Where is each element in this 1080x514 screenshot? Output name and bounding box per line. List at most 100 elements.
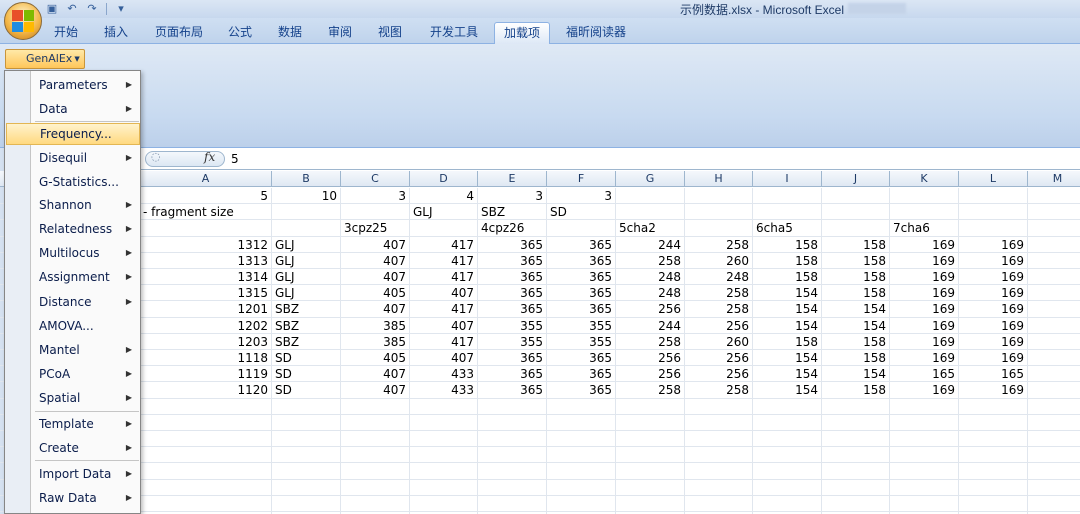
cell-g18[interactable] bbox=[616, 463, 685, 480]
cell-a14[interactable] bbox=[140, 398, 272, 415]
cell-k1[interactable] bbox=[890, 188, 959, 204]
cell-i8[interactable]: 154 bbox=[753, 301, 822, 318]
cell-e3[interactable]: 4cpz26 bbox=[478, 220, 547, 237]
cell-b2[interactable] bbox=[272, 204, 341, 221]
cell-a5[interactable]: 1313 bbox=[140, 252, 272, 269]
cell-h4[interactable]: 258 bbox=[685, 236, 753, 253]
cell-m19[interactable] bbox=[1028, 480, 1080, 496]
cell-l17[interactable] bbox=[959, 447, 1028, 464]
cell-l9[interactable]: 169 bbox=[959, 317, 1028, 334]
undo-icon[interactable]: ↶ bbox=[64, 1, 80, 16]
cell-m18[interactable] bbox=[1028, 463, 1080, 479]
cell-c3[interactable]: 3cpz25 bbox=[341, 220, 410, 237]
menu-item-amova[interactable]: AMOVA... bbox=[6, 315, 140, 337]
cell-b15[interactable] bbox=[272, 414, 341, 431]
cell-k7[interactable]: 169 bbox=[890, 285, 959, 302]
menu-item-distance[interactable]: Distance ▶ bbox=[6, 291, 140, 313]
menu-item-mantel[interactable]: Mantel ▶ bbox=[6, 339, 140, 361]
cell-j9[interactable]: 154 bbox=[822, 317, 890, 334]
cell-i18[interactable] bbox=[753, 463, 822, 480]
cell-d10[interactable]: 417 bbox=[410, 333, 478, 350]
cell-g7[interactable]: 248 bbox=[616, 285, 685, 302]
office-button[interactable] bbox=[4, 2, 42, 40]
cell-f1[interactable]: 3 bbox=[547, 188, 616, 204]
cell-k15[interactable] bbox=[890, 414, 959, 431]
cell-f13[interactable]: 365 bbox=[547, 382, 616, 399]
cell-d17[interactable] bbox=[410, 447, 478, 464]
cell-a18[interactable] bbox=[140, 463, 272, 480]
cell-h6[interactable]: 248 bbox=[685, 269, 753, 285]
cell-a11[interactable]: 1118 bbox=[140, 350, 272, 366]
cell-m17[interactable] bbox=[1028, 447, 1080, 463]
cell-b17[interactable] bbox=[272, 447, 341, 464]
cell-g5[interactable]: 258 bbox=[616, 252, 685, 269]
cell-i9[interactable]: 154 bbox=[753, 317, 822, 334]
cell-k18[interactable] bbox=[890, 463, 959, 480]
cell-k19[interactable] bbox=[890, 479, 959, 496]
cell-k9[interactable]: 169 bbox=[890, 317, 959, 334]
cell-i2[interactable] bbox=[753, 204, 822, 221]
cell-j20[interactable] bbox=[822, 495, 890, 512]
cell-f6[interactable]: 365 bbox=[547, 269, 616, 285]
tab-developer[interactable]: 开发工具 bbox=[424, 22, 484, 44]
cell-i12[interactable]: 154 bbox=[753, 366, 822, 383]
tab-view[interactable]: 视图 bbox=[372, 22, 408, 44]
cell-f14[interactable] bbox=[547, 398, 616, 415]
cell-d18[interactable] bbox=[410, 463, 478, 480]
cell-i15[interactable] bbox=[753, 414, 822, 431]
cell-m9[interactable] bbox=[1028, 318, 1080, 334]
cell-d11[interactable]: 407 bbox=[410, 350, 478, 366]
cell-j15[interactable] bbox=[822, 414, 890, 431]
cell-c19[interactable] bbox=[341, 479, 410, 496]
tab-formulas[interactable]: 公式 bbox=[222, 22, 258, 44]
cell-a3[interactable] bbox=[140, 220, 272, 237]
cell-a10[interactable]: 1203 bbox=[140, 333, 272, 350]
cell-j12[interactable]: 154 bbox=[822, 366, 890, 383]
cell-i14[interactable] bbox=[753, 398, 822, 415]
cell-g10[interactable]: 258 bbox=[616, 333, 685, 350]
cell-c4[interactable]: 407 bbox=[341, 236, 410, 253]
cell-b12[interactable]: SD bbox=[272, 366, 341, 383]
menu-item-multilocus[interactable]: Multilocus ▶ bbox=[6, 242, 140, 264]
cell-a17[interactable] bbox=[140, 447, 272, 464]
cell-m15[interactable] bbox=[1028, 415, 1080, 431]
cell-c6[interactable]: 407 bbox=[341, 269, 410, 285]
column-header-d[interactable]: D bbox=[410, 171, 478, 187]
cell-g4[interactable]: 244 bbox=[616, 236, 685, 253]
column-header-k[interactable]: K bbox=[890, 171, 959, 187]
menu-item-import-data[interactable]: Import Data ▶ bbox=[6, 463, 140, 485]
cell-c2[interactable] bbox=[341, 204, 410, 221]
cell-m8[interactable] bbox=[1028, 301, 1080, 317]
cell-e14[interactable] bbox=[478, 398, 547, 415]
cell-b6[interactable]: GLJ bbox=[272, 269, 341, 285]
cell-h17[interactable] bbox=[685, 447, 753, 464]
cell-c12[interactable]: 407 bbox=[341, 366, 410, 383]
cell-i10[interactable]: 158 bbox=[753, 333, 822, 350]
cell-d16[interactable] bbox=[410, 431, 478, 447]
cell-a6[interactable]: 1314 bbox=[140, 269, 272, 285]
cell-j13[interactable]: 158 bbox=[822, 382, 890, 399]
cancel-entry-icon[interactable]: ◌ bbox=[151, 150, 161, 163]
cell-c1[interactable]: 3 bbox=[341, 188, 410, 204]
cell-h1[interactable] bbox=[685, 188, 753, 204]
cell-j18[interactable] bbox=[822, 463, 890, 480]
cell-e4[interactable]: 365 bbox=[478, 236, 547, 253]
cell-f4[interactable]: 365 bbox=[547, 236, 616, 253]
cell-h10[interactable]: 260 bbox=[685, 333, 753, 350]
cell-l5[interactable]: 169 bbox=[959, 252, 1028, 269]
cell-m16[interactable] bbox=[1028, 431, 1080, 447]
cell-j7[interactable]: 158 bbox=[822, 285, 890, 302]
cell-d2[interactable]: GLJ bbox=[410, 204, 478, 221]
cell-g15[interactable] bbox=[616, 414, 685, 431]
cell-a12[interactable]: 1119 bbox=[140, 366, 272, 383]
tab-review[interactable]: 审阅 bbox=[322, 22, 358, 44]
cell-e2[interactable]: SBZ bbox=[478, 204, 547, 221]
menu-item-create[interactable]: Create ▶ bbox=[6, 437, 140, 459]
cell-c8[interactable]: 407 bbox=[341, 301, 410, 318]
cell-b9[interactable]: SBZ bbox=[272, 317, 341, 334]
cell-k14[interactable] bbox=[890, 398, 959, 415]
cell-h11[interactable]: 256 bbox=[685, 350, 753, 366]
menu-item-disequil[interactable]: Disequil ▶ bbox=[6, 147, 140, 169]
cell-c5[interactable]: 407 bbox=[341, 252, 410, 269]
cell-c16[interactable] bbox=[341, 431, 410, 447]
